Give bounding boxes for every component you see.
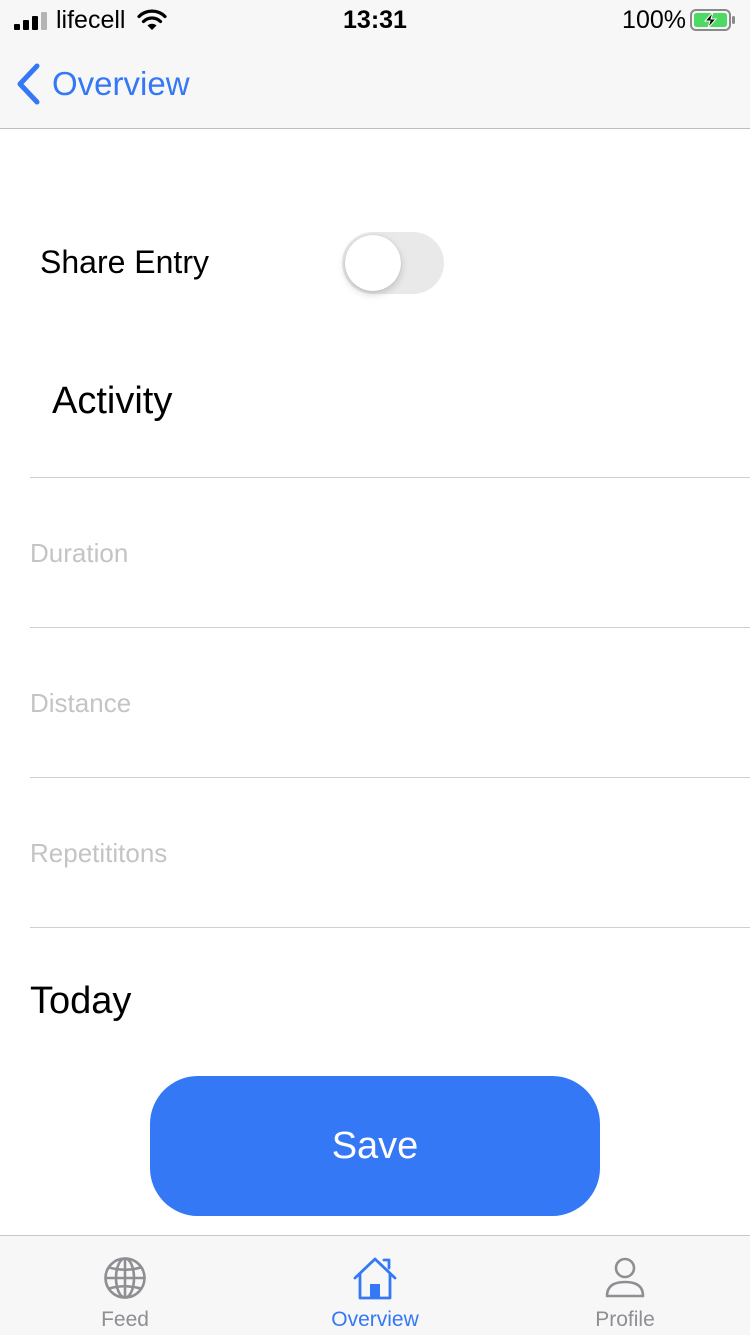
tab-overview-label: Overview (331, 1308, 419, 1331)
chevron-left-icon (17, 63, 40, 105)
tab-bar: Feed Overview Profile (0, 1235, 750, 1335)
activity-picker[interactable]: Activity (52, 380, 172, 423)
navigation-bar: Overview (0, 40, 750, 129)
save-label: Save (331, 1124, 419, 1167)
back-label: Overview (52, 65, 190, 102)
date-picker[interactable]: Today (30, 980, 131, 1023)
share-entry-toggle[interactable] (342, 232, 444, 294)
status-bar: lifecell 13:31 100% (0, 0, 750, 40)
duration-placeholder: Duration (30, 538, 129, 568)
globe-icon (104, 1257, 146, 1299)
share-entry-label: Share Entry (40, 244, 209, 280)
person-icon (605, 1257, 645, 1298)
distance-field[interactable]: Distance (30, 627, 750, 778)
back-button[interactable]: Overview (14, 62, 190, 106)
house-icon (353, 1257, 397, 1300)
tab-overview[interactable]: Overview (250, 1236, 500, 1335)
battery-percentage: 100% (622, 6, 686, 34)
battery-charging-icon (690, 9, 735, 31)
tab-profile[interactable]: Profile (500, 1236, 750, 1335)
toggle-knob (345, 235, 401, 291)
repetitions-field[interactable]: Repetititons (30, 777, 750, 928)
divider (30, 927, 750, 928)
tab-feed-label: Feed (101, 1308, 149, 1331)
tab-profile-label: Profile (595, 1308, 655, 1331)
repetitions-placeholder: Repetititons (30, 838, 168, 868)
distance-placeholder: Distance (30, 688, 132, 718)
duration-field[interactable]: Duration (30, 477, 750, 628)
save-button[interactable]: Save (150, 1076, 600, 1216)
tab-feed[interactable]: Feed (0, 1236, 250, 1335)
